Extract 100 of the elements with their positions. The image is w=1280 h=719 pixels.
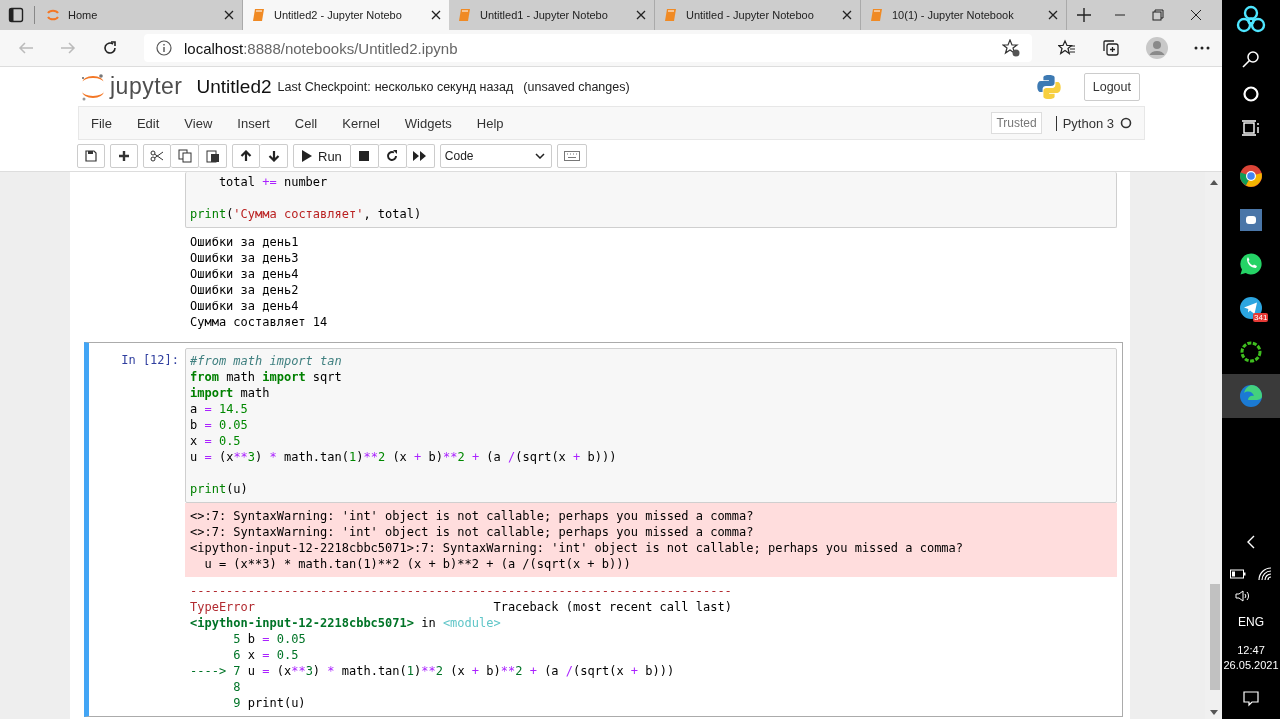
address-field[interactable]: localhost:8888/notebooks/Untitled2.ipynb [144, 34, 1032, 62]
logout-button[interactable]: Logout [1083, 72, 1140, 101]
close-icon[interactable] [1048, 10, 1058, 20]
task-view-icon[interactable] [1242, 120, 1260, 136]
keyboard-button[interactable] [556, 144, 587, 168]
scroll-down-icon[interactable] [1209, 710, 1218, 715]
wifi-icon[interactable] [1258, 567, 1272, 581]
chevron-icon[interactable] [1247, 535, 1255, 549]
menu-item[interactable]: View [184, 115, 213, 131]
close-icon[interactable] [224, 10, 234, 20]
menu-item[interactable]: Edit [136, 115, 160, 131]
menu-item[interactable]: Cell [294, 115, 318, 131]
cell-type-dropdown[interactable]: Code [439, 144, 552, 168]
chat-app-icon [1240, 209, 1262, 231]
arrow-down-icon [267, 150, 280, 162]
input-prompt: In [12]: [121, 353, 179, 367]
search-icon[interactable] [1242, 50, 1260, 68]
traceback-line: --------------------------------------------------------------------------- [190, 583, 733, 599]
collections-icon[interactable] [1102, 39, 1120, 57]
unread-badge: 341 [1253, 313, 1269, 322]
chrome-icon [1239, 164, 1263, 188]
new-tab-icon[interactable] [1077, 8, 1091, 22]
play-icon [302, 150, 312, 162]
output-line: Ошибки за день2 [190, 282, 300, 298]
menu-item[interactable]: Widgets [404, 115, 452, 131]
notification-icon[interactable] [1243, 691, 1259, 707]
save-icon [85, 150, 97, 162]
code-line: x = 0.5 [190, 433, 242, 449]
code-editor[interactable]: #from math import tan from math import sqrt import math a = 14.5 b = 0.05 x = 0.5 u = (x**3) * math.tan(1)**2 (x + b)**2 + (a /(sqrt(x + b))) print(u) [185, 348, 1117, 503]
more-icon[interactable] [1194, 46, 1210, 50]
close-icon[interactable] [431, 10, 441, 20]
menu-item[interactable]: Kernel [342, 115, 380, 131]
restore-icon[interactable] [1152, 9, 1164, 21]
clock-date[interactable]: 26.05.2021 [1223, 658, 1279, 673]
restart-icon [386, 150, 399, 162]
taskbar-app[interactable]: 341 [1222, 286, 1280, 330]
code-line: from math import sqrt [190, 369, 343, 385]
info-icon [156, 40, 172, 56]
add-favorite-icon[interactable] [1002, 39, 1020, 57]
save-button[interactable] [77, 144, 105, 168]
restart-button[interactable] [378, 144, 407, 168]
arrow-up-icon [240, 150, 252, 162]
traceback-line: <ipython-input-12-2218cbbc5071> in <module> [190, 615, 502, 631]
jupyter-logo-text[interactable]: jupyter [110, 73, 183, 100]
selected-cell[interactable] [84, 342, 1123, 717]
output-line: Ошибки за день4 [190, 266, 300, 282]
code-line: print('Сумма составляет', total) [190, 206, 423, 222]
notebook-name[interactable]: Untitled2 [196, 75, 272, 98]
traceback-line: 9 print(u) [232, 695, 307, 711]
book-icon [251, 7, 267, 23]
jupyter-icon [45, 7, 61, 23]
move-up-button[interactable] [232, 144, 260, 168]
book-icon [663, 7, 679, 23]
menu-item[interactable]: Insert [237, 115, 270, 131]
close-icon[interactable] [1190, 9, 1202, 21]
checkpoint-time: несколько секунд назад [374, 79, 514, 94]
profile-icon[interactable] [1146, 37, 1168, 59]
code-line: a = 14.5 [190, 401, 249, 417]
book-icon [869, 7, 885, 23]
trusted-indicator[interactable]: Trusted [991, 112, 1042, 134]
keyboard-icon [563, 151, 580, 161]
close-icon[interactable] [636, 10, 646, 20]
paste-button[interactable] [199, 144, 227, 168]
browser-icon [1239, 384, 1263, 408]
cut-button[interactable] [143, 144, 171, 168]
browser-tab[interactable]: 10(1) - Jupyter Notebook [861, 0, 1067, 30]
browser-tab[interactable]: Untitled1 - Jupyter Notebo [449, 0, 655, 30]
code-line: import math [190, 385, 271, 401]
output-line: Ошибки за день3 [190, 250, 300, 266]
run-all-button[interactable] [406, 144, 435, 168]
scrollbar-thumb[interactable] [1210, 584, 1220, 690]
menu-item[interactable]: Help [476, 115, 504, 131]
phone-chat-icon [1239, 252, 1263, 276]
menu-item[interactable]: File [91, 115, 112, 131]
kernel-name[interactable]: Python 3 [1055, 115, 1114, 131]
code-line: total += number [217, 174, 329, 190]
clock-time[interactable]: 12:47 [1237, 643, 1265, 658]
taskbar-app[interactable] [1222, 374, 1280, 418]
battery-icon[interactable] [1230, 569, 1246, 579]
code-editor[interactable]: total += number print('Сумма составляет', total) [185, 172, 1117, 228]
insert-cell-button[interactable] [110, 144, 138, 168]
favorites-icon[interactable] [1058, 39, 1076, 57]
warning-output: <>:7: SyntaxWarning: 'int' object is not callable; perhaps you missed a comma? <>:7: SyntaxWarning: 'int' object is not callable; perhaps you missed a comma? <ipython-input-12-2218cbbc5071>:7: SyntaxWarning: 'int' object is not callable; perhaps you missed a comma? u = (x**3) * math.tan(1)**2 (x + b)**2 + (a /(sqrt(x + b))) [185, 503, 1117, 577]
language-indicator[interactable]: ENG [1238, 615, 1264, 629]
move-down-button[interactable] [260, 144, 288, 168]
output-line: Сумма составляет 14 [190, 314, 329, 330]
scroll-up-icon[interactable] [1209, 180, 1218, 185]
reload-icon[interactable] [102, 40, 118, 56]
paste-icon [205, 149, 220, 163]
circle-icon[interactable] [1243, 86, 1259, 102]
tab-actions-icon[interactable] [8, 7, 24, 23]
caret-icon [534, 153, 545, 159]
plus-icon [118, 150, 130, 162]
run-button[interactable]: Run [293, 144, 351, 168]
browser-tab[interactable]: Untitled - Jupyter Noteboo [655, 0, 861, 30]
close-icon[interactable] [842, 10, 852, 20]
output-line: Ошибки за день1 [190, 234, 300, 250]
browser-tab[interactable]: Untitled2 - Jupyter Notebo [243, 0, 449, 30]
volume-icon[interactable] [1235, 589, 1251, 603]
stop-button[interactable] [350, 144, 379, 168]
